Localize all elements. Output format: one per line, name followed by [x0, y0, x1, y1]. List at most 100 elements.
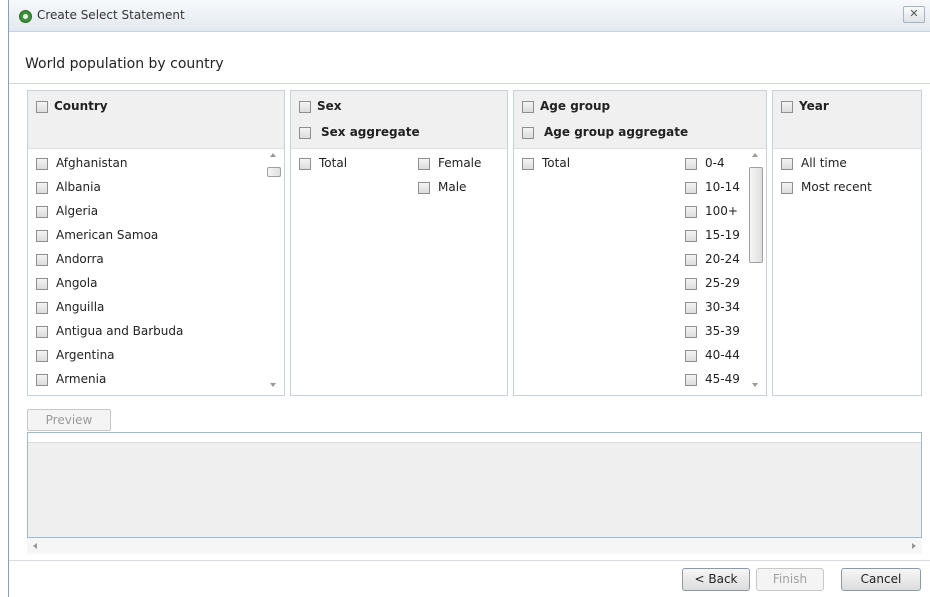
- sex-panel: Sex Sex aggregate Total Female Male: [290, 90, 508, 396]
- list-item-label: Female: [438, 156, 482, 170]
- title-bar: Create Select Statement ✕: [9, 0, 930, 32]
- year-panel-header: Year: [773, 91, 921, 149]
- checkbox[interactable]: [781, 157, 793, 170]
- checkbox[interactable]: [36, 325, 48, 338]
- checkbox[interactable]: [685, 325, 697, 338]
- create-select-dialog: Create Select Statement ✕ World populati…: [8, 0, 930, 597]
- cancel-button[interactable]: Cancel: [841, 568, 921, 591]
- checkbox[interactable]: [36, 349, 48, 362]
- sex-panel-header: Sex Sex aggregate: [291, 91, 507, 149]
- checkbox[interactable]: [36, 181, 48, 194]
- list-item[interactable]: 25-29: [685, 276, 740, 290]
- list-item[interactable]: Anguilla: [36, 300, 104, 314]
- checkbox[interactable]: [299, 157, 311, 170]
- list-item[interactable]: Albania: [36, 180, 101, 194]
- list-item-label: 45-49: [705, 372, 740, 386]
- age-group-aggregate-row[interactable]: Age group aggregate: [522, 125, 688, 139]
- checkbox[interactable]: [685, 253, 697, 266]
- preview-horizontal-scrollbar[interactable]: [27, 538, 922, 554]
- list-item[interactable]: 40-44: [685, 348, 740, 362]
- finish-button[interactable]: Finish: [756, 568, 824, 591]
- checkbox[interactable]: [36, 253, 48, 266]
- sex-header-row[interactable]: Sex: [299, 99, 342, 113]
- year-header-row[interactable]: Year: [781, 99, 829, 113]
- back-button[interactable]: < Back: [682, 568, 750, 591]
- scroll-down-icon[interactable]: [270, 383, 276, 387]
- sex-aggregate-row[interactable]: Sex aggregate: [299, 125, 420, 139]
- list-item-label: Total: [542, 156, 571, 170]
- list-item[interactable]: 10-14: [685, 180, 740, 194]
- list-item[interactable]: 30-34: [685, 300, 740, 314]
- checkbox[interactable]: [36, 277, 48, 290]
- age-group-header-row[interactable]: Age group: [522, 99, 610, 113]
- country-header-row[interactable]: Country: [36, 99, 108, 113]
- checkbox[interactable]: [418, 157, 430, 170]
- preview-button[interactable]: Preview: [27, 409, 111, 431]
- list-item-label: Anguilla: [56, 300, 105, 314]
- checkbox[interactable]: [522, 157, 534, 170]
- list-item[interactable]: Total: [522, 156, 570, 170]
- checkbox[interactable]: [36, 373, 48, 386]
- list-item[interactable]: 0-4: [685, 156, 725, 170]
- list-item[interactable]: Armenia: [36, 372, 106, 386]
- checkbox[interactable]: [36, 205, 48, 218]
- checkbox[interactable]: [685, 373, 697, 386]
- country-select-all-checkbox[interactable]: [36, 100, 48, 113]
- age-group-list: Total 0-4 10-14 100+ 15-19 20-24 25-29 3…: [514, 149, 766, 395]
- list-item[interactable]: 100+: [685, 204, 738, 218]
- list-item[interactable]: Argentina: [36, 348, 115, 362]
- checkbox[interactable]: [36, 157, 48, 170]
- age-group-scrollbar[interactable]: [747, 151, 764, 393]
- list-item[interactable]: Male: [418, 180, 466, 194]
- scroll-up-icon[interactable]: [752, 153, 758, 157]
- age-group-aggregate-checkbox[interactable]: [522, 126, 534, 139]
- list-item[interactable]: Angola: [36, 276, 97, 290]
- list-item[interactable]: 15-19: [685, 228, 740, 242]
- checkbox[interactable]: [685, 181, 697, 194]
- year-list: All time Most recent: [773, 149, 921, 395]
- list-item[interactable]: Female: [418, 156, 481, 170]
- list-item-label: 20-24: [705, 252, 740, 266]
- scroll-left-icon[interactable]: [33, 543, 37, 549]
- list-item[interactable]: All time: [781, 156, 847, 170]
- checkbox[interactable]: [36, 301, 48, 314]
- scroll-up-icon[interactable]: [270, 153, 276, 157]
- country-scrollbar[interactable]: [265, 151, 282, 393]
- list-item-label: 10-14: [705, 180, 740, 194]
- checkbox[interactable]: [418, 181, 430, 194]
- list-item-label: Argentina: [56, 348, 115, 362]
- list-item[interactable]: 20-24: [685, 252, 740, 266]
- scroll-thumb[interactable]: [749, 167, 763, 263]
- list-item[interactable]: Algeria: [36, 204, 98, 218]
- preview-area-header: [28, 433, 921, 443]
- checkbox[interactable]: [685, 205, 697, 218]
- list-item-label: 40-44: [705, 348, 740, 362]
- list-item[interactable]: American Samoa: [36, 228, 158, 242]
- sex-aggregate-checkbox[interactable]: [299, 126, 311, 139]
- age-group-select-all-checkbox[interactable]: [522, 100, 534, 113]
- list-item[interactable]: Antigua and Barbuda: [36, 324, 183, 338]
- year-panel: Year All time Most recent: [772, 90, 922, 396]
- list-item[interactable]: 45-49: [685, 372, 740, 386]
- year-select-all-checkbox[interactable]: [781, 100, 793, 113]
- checkbox[interactable]: [685, 157, 697, 170]
- list-item[interactable]: Andorra: [36, 252, 104, 266]
- country-list: Afghanistan Albania Algeria American Sam…: [28, 149, 284, 395]
- list-item-label: Antigua and Barbuda: [56, 324, 184, 338]
- close-button[interactable]: ✕: [903, 6, 925, 23]
- scroll-thumb[interactable]: [267, 167, 281, 177]
- list-item[interactable]: Most recent: [781, 180, 872, 194]
- checkbox[interactable]: [685, 277, 697, 290]
- checkbox[interactable]: [685, 229, 697, 242]
- scroll-down-icon[interactable]: [752, 383, 758, 387]
- checkbox[interactable]: [685, 349, 697, 362]
- list-item[interactable]: 35-39: [685, 324, 740, 338]
- list-item[interactable]: Total: [299, 156, 347, 170]
- scroll-right-icon[interactable]: [912, 543, 916, 549]
- checkbox[interactable]: [36, 229, 48, 242]
- checkbox[interactable]: [685, 301, 697, 314]
- checkbox[interactable]: [781, 181, 793, 194]
- sex-select-all-checkbox[interactable]: [299, 100, 311, 113]
- list-item[interactable]: Afghanistan: [36, 156, 127, 170]
- page-title: World population by country: [25, 56, 224, 72]
